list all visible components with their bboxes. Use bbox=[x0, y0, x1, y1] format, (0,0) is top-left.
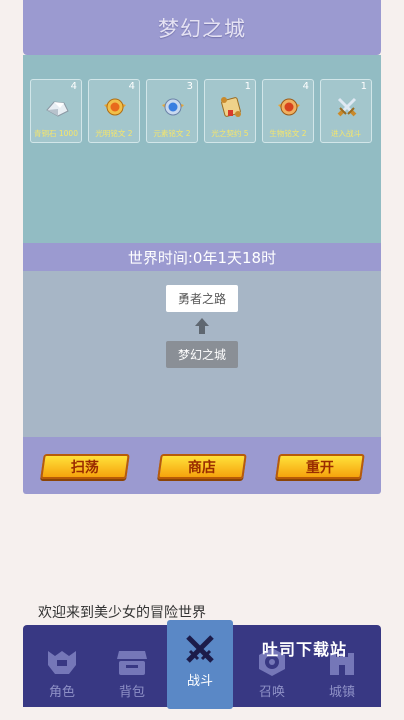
item-count: 4 bbox=[70, 81, 77, 92]
map-area: 勇者之路 梦幻之城 bbox=[23, 271, 381, 437]
world-time-bar: 世界时间:0年1天18时 bbox=[23, 243, 381, 271]
item-label: 光之契约 5 bbox=[211, 129, 249, 138]
restart-label: 重开 bbox=[306, 459, 334, 476]
item-count: 3 bbox=[186, 81, 193, 92]
helmet-icon bbox=[48, 651, 76, 674]
light-medal-icon bbox=[104, 98, 126, 116]
item-label: 青铜石 1000 bbox=[34, 129, 78, 138]
element-medal-icon bbox=[162, 98, 184, 116]
item-label: 生物铭文 2 bbox=[269, 129, 307, 138]
nav-bag[interactable]: 背包 bbox=[99, 625, 165, 707]
item-slot[interactable]: 4 青铜石 1000 bbox=[30, 79, 82, 143]
nav-bag-label: 背包 bbox=[118, 685, 145, 700]
title-bar: 梦幻之城 bbox=[23, 0, 381, 55]
item-area: 4 青铜石 1000 4 光明铭文 2 3 元素铭文 2 1 光之契约 5 4 … bbox=[23, 55, 381, 243]
nav-battle-label: 战斗 bbox=[186, 674, 213, 689]
arrow-up-icon bbox=[195, 318, 209, 334]
shop-bag-icon bbox=[117, 651, 147, 675]
item-count: 4 bbox=[302, 81, 309, 92]
item-label: 进入战斗 bbox=[331, 129, 361, 138]
watermark: 吐司下载站 bbox=[262, 640, 348, 659]
welcome-message: 欢迎来到美少女的冒险世界 bbox=[38, 605, 206, 621]
map-node-current[interactable]: 梦幻之城 bbox=[166, 341, 238, 368]
item-slot[interactable]: 3 元素铭文 2 bbox=[146, 79, 198, 143]
scroll-icon bbox=[221, 97, 241, 117]
action-bar: 扫荡 商店 重开 bbox=[23, 437, 381, 494]
nav-summon-label: 召唤 bbox=[258, 685, 285, 700]
nav-role[interactable]: 角色 bbox=[29, 625, 95, 707]
world-time: 世界时间:0年1天18时 bbox=[127, 248, 277, 267]
nav-town-label: 城镇 bbox=[328, 685, 355, 700]
item-slot[interactable]: 1 光之契约 5 bbox=[204, 79, 256, 143]
nav-battle[interactable]: 战斗 bbox=[167, 620, 233, 709]
item-slot[interactable]: 4 生物铭文 2 bbox=[262, 79, 314, 143]
item-count: 1 bbox=[360, 81, 367, 92]
nav-role-label: 角色 bbox=[48, 685, 75, 700]
item-label: 光明铭文 2 bbox=[95, 129, 133, 138]
crossed-swords-icon bbox=[186, 635, 214, 663]
sweep-button[interactable]: 扫荡 bbox=[40, 454, 130, 479]
shop-label: 商店 bbox=[188, 459, 216, 476]
sweep-label: 扫荡 bbox=[71, 459, 99, 476]
page-title: 梦幻之城 bbox=[158, 16, 246, 41]
item-slot[interactable]: 4 光明铭文 2 bbox=[88, 79, 140, 143]
map-node-next[interactable]: 勇者之路 bbox=[166, 285, 238, 312]
item-label: 元素铭文 2 bbox=[153, 129, 191, 138]
silver-ore-icon bbox=[46, 101, 69, 117]
item-count: 4 bbox=[128, 81, 135, 92]
item-count: 1 bbox=[244, 81, 251, 92]
crossed-swords-icon bbox=[337, 97, 357, 117]
enter-battle-button[interactable]: 1 进入战斗 bbox=[320, 79, 372, 143]
creature-medal-icon bbox=[278, 98, 300, 116]
restart-button[interactable]: 重开 bbox=[275, 454, 365, 479]
shop-button[interactable]: 商店 bbox=[157, 454, 247, 479]
